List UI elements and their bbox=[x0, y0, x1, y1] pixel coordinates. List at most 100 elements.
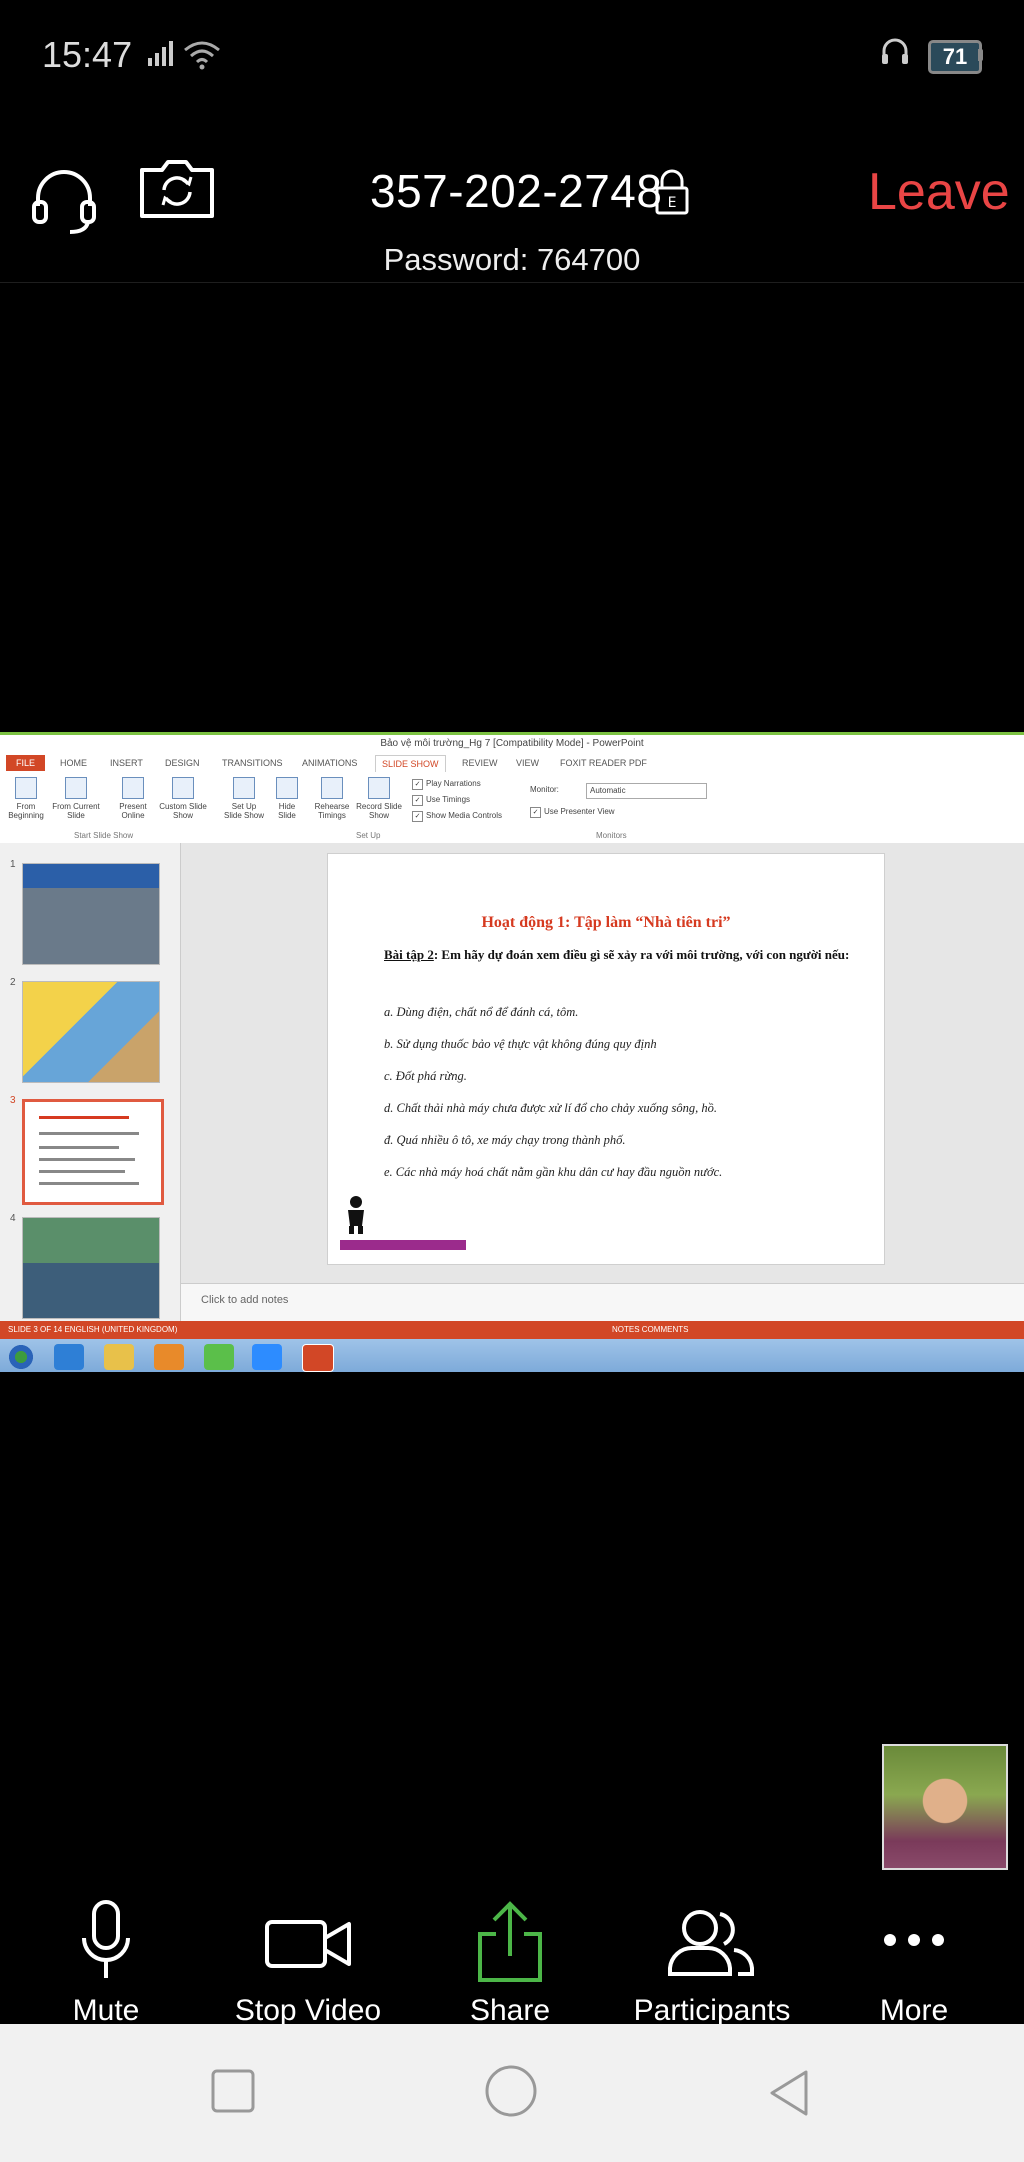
task-text: : Em hãy dự đoán xem điều gì sẽ xảy ra v… bbox=[433, 947, 850, 962]
ribbon-hide-slide: Hide Slide bbox=[270, 777, 304, 820]
zoom-app-icon bbox=[252, 1344, 282, 1370]
headphone-icon[interactable] bbox=[26, 162, 102, 236]
self-video-thumbnail[interactable] bbox=[882, 1744, 1008, 1870]
shared-screen[interactable]: Bảo vệ môi trường_Hg 7 [Compatibility Mo… bbox=[0, 732, 1024, 1372]
status-bar: 15:47 71 bbox=[0, 0, 1024, 110]
check-use-timings: Use Timings bbox=[412, 795, 470, 806]
clock: 15:47 bbox=[42, 34, 133, 75]
ie-icon bbox=[54, 1344, 84, 1370]
ribbon-setup-show: Set Up Slide Show bbox=[222, 777, 266, 820]
headset-status-icon bbox=[882, 38, 908, 64]
slide-thumbnail-4 bbox=[22, 1217, 160, 1319]
tab-view: VIEW bbox=[516, 758, 540, 768]
share-button[interactable]: Share bbox=[410, 1898, 610, 2028]
chrome-icon bbox=[204, 1344, 234, 1370]
tab-design: DESIGN bbox=[165, 758, 200, 768]
leave-button[interactable]: Leave bbox=[868, 162, 1010, 222]
media-icon bbox=[154, 1344, 184, 1370]
svg-text:E: E bbox=[668, 195, 677, 211]
header-divider bbox=[0, 282, 1024, 283]
ribbon-tabs: FILE HOME INSERT DESIGN TRANSITIONS ANIM… bbox=[0, 753, 1024, 774]
participants-icon bbox=[668, 1910, 754, 1976]
slide-items: a. Dùng điện, chất nổ để đánh cá, tôm. b… bbox=[384, 996, 864, 1188]
tab-slide-show: SLIDE SHOW bbox=[375, 755, 446, 772]
tab-review: REVIEW bbox=[462, 758, 498, 768]
ribbon-rehearse: Rehearse Timings bbox=[310, 777, 354, 820]
slide-thumbnails: 1 2 3 4 bbox=[0, 843, 181, 1321]
notes-pane: Click to add notes bbox=[181, 1283, 1024, 1322]
current-slide: Hoạt động 1: Tập làm “Nhà tiên tri” Bài … bbox=[327, 853, 885, 1265]
battery-tip bbox=[978, 49, 983, 61]
group-setup: Set Up bbox=[356, 831, 381, 840]
ribbon-from-current: From Current Slide bbox=[52, 777, 100, 820]
more-label: More bbox=[879, 1994, 949, 2027]
battery-icon: 71 bbox=[928, 40, 982, 74]
microphone-icon bbox=[82, 1900, 130, 1978]
wifi-icon bbox=[184, 41, 220, 70]
tab-file: FILE bbox=[6, 755, 46, 771]
powerpoint-status-bar: SLIDE 3 OF 14 ENGLISH (UNITED KINGDOM) N… bbox=[0, 1321, 1024, 1339]
recent-apps-icon[interactable] bbox=[210, 2068, 256, 2114]
meeting-toolbar: Mute Stop Video Share Participants More bbox=[0, 1886, 1024, 2027]
stop-video-label: Stop Video bbox=[234, 1994, 382, 2027]
slide-canvas: Hoạt động 1: Tập làm “Nhà tiên tri” Bài … bbox=[181, 843, 1024, 1283]
share-label: Share bbox=[469, 1994, 551, 2027]
check-play-narrations: Play Narrations bbox=[412, 779, 481, 790]
video-camera-icon bbox=[265, 1920, 351, 1968]
meeting-id[interactable]: 357-202-2748 bbox=[370, 164, 662, 218]
mute-button[interactable]: Mute bbox=[6, 1898, 206, 2028]
slide-thumbnail-3 bbox=[22, 1099, 164, 1205]
mute-label: Mute bbox=[72, 1994, 140, 2027]
slide-task: Bài tập 2: Em hãy dự đoán xem điều gì sẽ… bbox=[384, 946, 854, 964]
status-notes-comments: NOTES COMMENTS bbox=[612, 1325, 689, 1334]
participants-label: Participants bbox=[633, 1994, 791, 2027]
slide-item: đ. Quá nhiều ô tô, xe máy chạy trong thà… bbox=[384, 1133, 626, 1147]
more-button[interactable]: More bbox=[814, 1898, 1014, 2028]
share-icon bbox=[478, 1901, 542, 1982]
notes-placeholder: Click to add notes bbox=[201, 1294, 289, 1306]
ribbon-record: Record Slide Show bbox=[356, 777, 402, 820]
task-label: Bài tập 2 bbox=[384, 947, 434, 962]
tab-home: HOME bbox=[60, 758, 87, 768]
explorer-icon bbox=[104, 1344, 134, 1370]
thumb-number: 2 bbox=[10, 977, 16, 988]
ribbon-present-online: Present Online bbox=[112, 777, 154, 820]
monitor-select: Automatic bbox=[586, 783, 707, 799]
home-icon[interactable] bbox=[484, 2064, 538, 2118]
participants-button[interactable]: Participants bbox=[612, 1898, 812, 2028]
stop-video-button[interactable]: Stop Video bbox=[208, 1898, 408, 2028]
monitor-label: Monitor: bbox=[530, 785, 559, 794]
ribbon-custom-show: Custom Slide Show bbox=[156, 777, 210, 820]
thumb-number: 3 bbox=[10, 1095, 16, 1106]
check-media-controls: Show Media Controls bbox=[412, 811, 502, 822]
group-monitors: Monitors bbox=[596, 831, 627, 840]
slide-item: d. Chất thải nhà máy chưa được xử lí đổ … bbox=[384, 1101, 717, 1115]
ribbon: From Beginning From Current Slide Presen… bbox=[0, 773, 1024, 844]
group-start-slide-show: Start Slide Show bbox=[74, 831, 134, 840]
tab-insert: INSERT bbox=[110, 758, 143, 768]
windows-start-icon bbox=[6, 1344, 36, 1370]
slide-item: b. Sử dụng thuốc bảo vệ thực vật không đ… bbox=[384, 1037, 657, 1051]
slide-thumbnail-2 bbox=[22, 981, 160, 1083]
thumb-number: 4 bbox=[10, 1213, 16, 1224]
powerpoint-icon bbox=[302, 1344, 334, 1372]
back-icon[interactable] bbox=[766, 2068, 812, 2118]
decorative-bar bbox=[340, 1240, 466, 1250]
slide-item: e. Các nhà máy hoá chất nằm gần khu dân … bbox=[384, 1165, 723, 1179]
lock-icon: E bbox=[655, 169, 689, 215]
ribbon-from-beginning: From Beginning bbox=[6, 777, 46, 820]
slide-thumbnail-1 bbox=[22, 863, 160, 965]
switch-camera-icon[interactable] bbox=[138, 158, 216, 220]
meeting-password: Password: 764700 bbox=[383, 242, 641, 277]
slide-item: a. Dùng điện, chất nổ để đánh cá, tôm. bbox=[384, 1005, 579, 1019]
tab-foxit: FOXIT READER PDF bbox=[560, 758, 647, 768]
thumb-number: 1 bbox=[10, 859, 16, 870]
android-nav-bar bbox=[0, 2024, 1024, 2162]
more-icon bbox=[884, 1934, 944, 1946]
slide-item: c. Đốt phá rừng. bbox=[384, 1069, 467, 1083]
slide-title: Hoạt động 1: Tập làm “Nhà tiên tri” bbox=[481, 914, 731, 931]
signal-icon bbox=[148, 41, 173, 66]
status-slide-info: SLIDE 3 OF 14 ENGLISH (UNITED KINGDOM) bbox=[8, 1325, 178, 1334]
window-title: Bảo vệ môi trường_Hg 7 [Compatibility Mo… bbox=[0, 735, 1024, 753]
tab-animations: ANIMATIONS bbox=[302, 758, 358, 768]
